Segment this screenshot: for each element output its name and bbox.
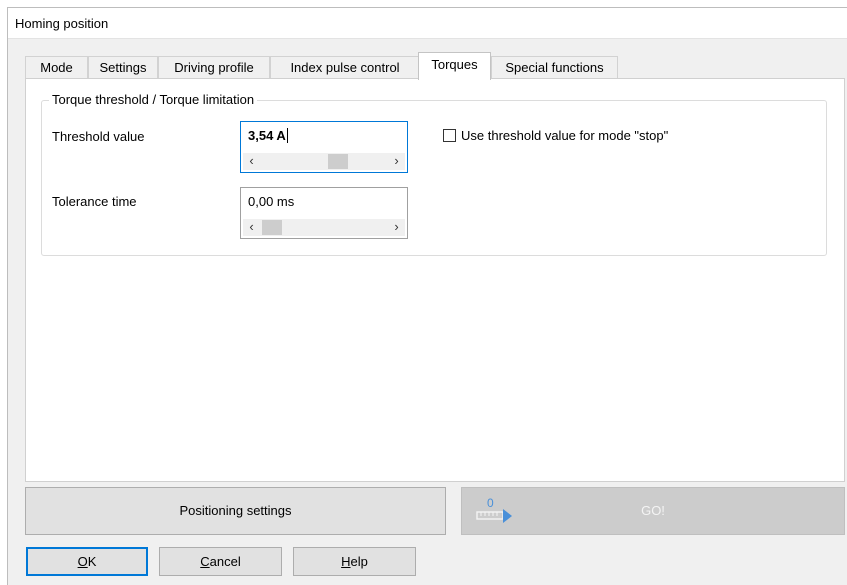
tolerance-time-text[interactable]: 0,00 ms bbox=[248, 194, 294, 209]
cancel-label: ancel bbox=[209, 554, 241, 569]
cancel-button[interactable]: Cancel bbox=[159, 547, 282, 576]
checkbox-box[interactable] bbox=[443, 129, 456, 142]
scroll-right-icon[interactable]: › bbox=[388, 153, 405, 170]
go-label[interactable]: GO! bbox=[462, 503, 844, 518]
text-caret bbox=[286, 128, 288, 143]
ok-accelerator: O bbox=[77, 554, 88, 569]
tab-mode[interactable]: Mode bbox=[25, 56, 88, 79]
scroll-left-icon[interactable]: ‹ bbox=[243, 219, 260, 236]
cancel-accelerator: C bbox=[200, 554, 210, 569]
tab-settings[interactable]: Settings bbox=[88, 56, 158, 79]
scroll-thumb[interactable] bbox=[262, 220, 282, 235]
torque-threshold-group: Torque threshold / Torque limitation Thr… bbox=[41, 92, 827, 256]
help-accelerator: H bbox=[341, 554, 351, 569]
threshold-value-text[interactable]: 3,54 A bbox=[248, 128, 288, 143]
positioning-settings-button[interactable]: Positioning settings bbox=[25, 487, 446, 535]
torques-tab-panel: Torque threshold / Torque limitation Thr… bbox=[25, 78, 845, 482]
help-button[interactable]: Help bbox=[293, 547, 416, 576]
scroll-left-icon[interactable]: ‹ bbox=[243, 153, 260, 170]
tab-driving-profile[interactable]: Driving profile bbox=[158, 56, 270, 79]
tolerance-time-label: Tolerance time bbox=[52, 194, 137, 209]
scroll-thumb[interactable] bbox=[328, 154, 348, 169]
ok-button[interactable]: OK bbox=[26, 547, 148, 576]
threshold-value-spinbox[interactable]: 3,54 A ‹ › bbox=[240, 121, 408, 173]
go-button[interactable]: 0 GO! bbox=[461, 487, 845, 535]
tab-index-pulse-control[interactable]: Index pulse control bbox=[270, 56, 420, 79]
tolerance-time-spinbox[interactable]: 0,00 ms ‹ › bbox=[240, 187, 408, 239]
tab-special-functions[interactable]: Special functions bbox=[491, 56, 618, 79]
tab-torques[interactable]: Torques bbox=[418, 52, 491, 80]
help-label: elp bbox=[350, 554, 368, 569]
scroll-right-icon[interactable]: › bbox=[388, 219, 405, 236]
threshold-value-label: Threshold value bbox=[52, 129, 145, 144]
tolerance-time-scrollbar[interactable]: ‹ › bbox=[243, 219, 405, 236]
group-title: Torque threshold / Torque limitation bbox=[49, 92, 258, 107]
threshold-value-scrollbar[interactable]: ‹ › bbox=[243, 153, 405, 170]
homing-position-dialog: Homing position Mode Settings Driving pr… bbox=[7, 7, 847, 585]
window-title: Homing position bbox=[15, 16, 109, 31]
ok-label: K bbox=[87, 554, 97, 569]
checkbox-label[interactable]: Use threshold value for mode "stop" bbox=[461, 128, 668, 143]
title-bar: Homing position bbox=[8, 8, 847, 39]
